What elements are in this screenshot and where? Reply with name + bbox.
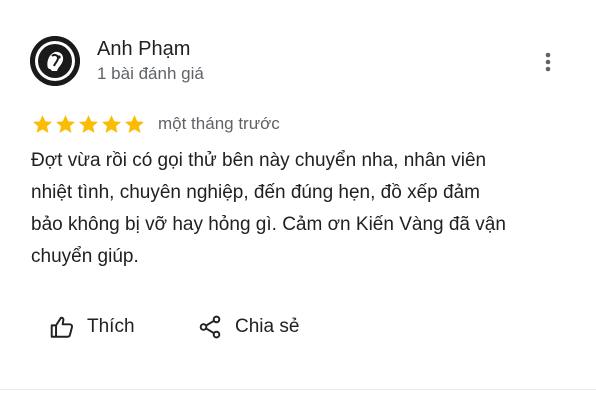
like-label: Thích <box>87 316 135 337</box>
more-vert-icon <box>545 52 551 72</box>
divider <box>0 389 596 390</box>
star-icon <box>56 114 75 133</box>
share-icon <box>199 315 221 339</box>
share-label: Chia sẻ <box>235 316 300 337</box>
star-icon <box>33 114 52 133</box>
more-options-button[interactable] <box>532 46 564 78</box>
rating-row: một tháng trước <box>31 112 280 136</box>
thumb-up-icon <box>50 316 74 338</box>
reviewer-review-count: 1 bài đánh giá <box>97 64 204 83</box>
avatar[interactable] <box>30 36 80 86</box>
star-icon <box>102 114 121 133</box>
star-icon <box>125 114 144 133</box>
star-icon <box>79 114 98 133</box>
review-card: Anh Phạm 1 bài đánh giá một tháng trước … <box>0 0 596 400</box>
review-date: một tháng trước <box>158 114 280 133</box>
review-text: Đợt vừa rồi có gọi thử bên này chuyển nh… <box>31 150 506 267</box>
star-rating <box>31 113 146 136</box>
avatar-image <box>30 36 80 86</box>
like-button[interactable]: Thích <box>49 309 135 345</box>
share-button[interactable]: Chia sẻ <box>197 309 299 345</box>
reviewer-name[interactable]: Anh Phạm <box>97 37 190 61</box>
